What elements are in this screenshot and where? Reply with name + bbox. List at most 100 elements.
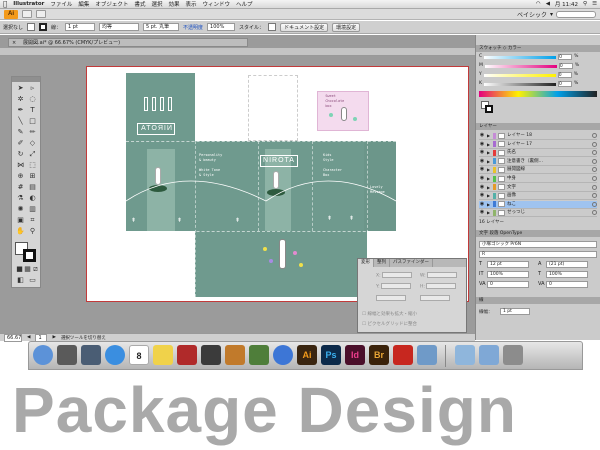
menu-edit[interactable]: 編集 <box>78 0 89 8</box>
rotate-tool-icon[interactable]: ↻ <box>16 150 25 159</box>
photoshop-icon[interactable]: Ps <box>321 345 341 365</box>
trash-icon[interactable] <box>503 345 523 365</box>
help-search-input[interactable] <box>556 10 596 18</box>
expand-triangle-icon[interactable]: ▶ <box>487 158 491 165</box>
menu-select[interactable]: 選択 <box>151 0 162 8</box>
symbol-sprayer-tool-icon[interactable]: ✺ <box>16 205 25 214</box>
artboard-tool-icon[interactable]: ▣ <box>16 216 25 225</box>
bridge-icon[interactable]: Br <box>369 345 389 365</box>
tools-panel-header[interactable] <box>12 77 40 82</box>
visibility-eye-icon[interactable]: ◉ <box>479 141 485 148</box>
preview-icon[interactable] <box>417 345 437 365</box>
stroke-color-box[interactable] <box>23 249 36 262</box>
stroke-weight-field[interactable]: 1 pt <box>500 308 530 315</box>
color-spectrum[interactable] <box>479 91 597 97</box>
tab-pathfinder[interactable]: パスファインダー <box>390 259 433 267</box>
shear-field[interactable] <box>420 295 450 301</box>
target-circle-icon[interactable] <box>592 167 597 173</box>
visibility-eye-icon[interactable]: ◉ <box>479 209 485 216</box>
target-circle-icon[interactable] <box>592 141 597 147</box>
expand-triangle-icon[interactable]: ▶ <box>487 149 491 156</box>
brush-select[interactable]: 5 pt. 丸筆 <box>143 23 180 31</box>
expand-triangle-icon[interactable]: ▶ <box>487 141 491 148</box>
tab-paragraph[interactable]: 段落 <box>489 231 498 236</box>
bridge-button[interactable] <box>22 10 32 18</box>
target-circle-icon[interactable] <box>592 158 597 164</box>
type-tool-icon[interactable]: T <box>28 106 37 115</box>
eraser-tool-icon[interactable]: ◇ <box>28 139 37 148</box>
document-setup-button[interactable]: ドキュメント設定 <box>280 22 329 32</box>
menu-effect[interactable]: 効果 <box>168 0 179 8</box>
visibility-eye-icon[interactable]: ◉ <box>479 158 485 165</box>
paintbrush-tool-icon[interactable]: ✎ <box>16 128 25 137</box>
blend-tool-icon[interactable]: ◐ <box>28 194 37 203</box>
opacity-link[interactable]: 不透明度 <box>183 24 203 31</box>
visibility-eye-icon[interactable]: ◉ <box>479 166 485 173</box>
visibility-eye-icon[interactable]: ◉ <box>479 149 485 156</box>
font-size-field[interactable]: 12 pt <box>487 261 529 268</box>
line-tool-icon[interactable]: ╲ <box>16 117 25 126</box>
visibility-eye-icon[interactable]: ◉ <box>479 175 485 182</box>
rectangle-tool-icon[interactable]: □ <box>28 117 37 126</box>
layer-row[interactable]: ◉ ▶ レイヤー 17 <box>479 141 597 149</box>
layer-row[interactable]: ◉ ▶ 注意書き（裏側… <box>479 158 597 166</box>
notification-icon[interactable]: ☰ <box>592 1 597 7</box>
expand-triangle-icon[interactable]: ▶ <box>487 132 491 139</box>
graph-tool-icon[interactable]: ▥ <box>28 205 37 214</box>
target-circle-icon[interactable] <box>592 176 597 181</box>
layer-row[interactable]: ◉ ▶ 文字 <box>479 184 597 192</box>
pen-tool-icon[interactable]: ✒ <box>16 106 25 115</box>
arrange-documents-button[interactable] <box>36 10 46 18</box>
vertical-scale-field[interactable]: 100% <box>487 271 529 278</box>
expand-triangle-icon[interactable]: ▶ <box>487 192 491 199</box>
fill-swatch[interactable] <box>27 23 36 31</box>
expand-triangle-icon[interactable]: ▶ <box>487 175 491 182</box>
screen-mode-icon[interactable]: ▭ <box>28 276 37 285</box>
horizontal-scale-field[interactable]: 100% <box>546 271 588 278</box>
workspace-switcher[interactable]: ベイシック <box>517 10 547 19</box>
tab-opentype[interactable]: OpenType <box>500 231 522 236</box>
visibility-eye-icon[interactable]: ◉ <box>479 192 485 199</box>
layer-row[interactable]: ◉ ▶ レイヤー 18 <box>479 132 597 140</box>
menu-view[interactable]: 表示 <box>185 0 196 8</box>
stroke-color-box[interactable] <box>485 105 493 113</box>
character-panel-header[interactable]: 文字 段落 OpenType <box>476 230 600 237</box>
mission-control-icon[interactable] <box>81 345 101 365</box>
direct-selection-tool-icon[interactable]: ▹ <box>28 84 37 93</box>
cyan-value-field[interactable]: 0 <box>558 54 573 60</box>
leading-field[interactable]: (21 pt) <box>546 261 588 268</box>
tab-color[interactable]: カラー <box>508 46 522 51</box>
blob-brush-tool-icon[interactable]: ✐ <box>16 139 25 148</box>
menu-window[interactable]: ウィンドウ <box>203 0 231 8</box>
black-value-field[interactable]: 0 <box>557 81 572 87</box>
scale-strokes-option[interactable]: 線幅と効果も拡大・縮小 <box>367 312 417 317</box>
acrobat-icon[interactable] <box>393 345 413 365</box>
selection-tool-icon[interactable]: ➤ <box>16 84 25 93</box>
menu-file[interactable]: ファイル <box>50 0 72 8</box>
illustrator-icon[interactable]: Ai <box>297 345 317 365</box>
x-field[interactable] <box>382 272 413 278</box>
layer-row[interactable]: ◉ ▶ せっつじ <box>479 209 597 218</box>
chevron-down-icon[interactable]: ▾ <box>550 11 553 18</box>
perspective-grid-tool-icon[interactable]: ⊞ <box>28 172 37 181</box>
stroke-style-select[interactable]: 均等 <box>99 23 140 31</box>
target-circle-icon[interactable] <box>592 133 597 138</box>
calendar-icon[interactable]: 8 <box>129 345 149 365</box>
finder-icon[interactable] <box>33 345 53 365</box>
rotate-field[interactable] <box>376 295 406 301</box>
pencil-tool-icon[interactable]: ✏ <box>28 128 37 137</box>
menu-help[interactable]: ヘルプ <box>236 0 253 8</box>
lasso-tool-icon[interactable]: ◌ <box>28 95 37 104</box>
menubar-clock[interactable]: 月 11:42 <box>555 0 578 8</box>
downloads-folder-icon[interactable] <box>455 345 475 365</box>
layer-row[interactable]: ◉ ▶ 画像 <box>479 192 597 201</box>
next-artboard-icon[interactable]: ▶ <box>52 335 55 340</box>
w-field[interactable] <box>427 272 458 278</box>
stroke-weight-field[interactable]: 1 pt <box>65 23 96 31</box>
indesign-icon[interactable]: Id <box>345 345 365 365</box>
target-circle-icon[interactable] <box>592 201 597 207</box>
garageband-icon[interactable] <box>225 345 245 365</box>
y-field[interactable] <box>381 283 412 289</box>
expand-triangle-icon[interactable]: ▶ <box>487 209 491 216</box>
visibility-eye-icon[interactable]: ◉ <box>479 132 485 139</box>
